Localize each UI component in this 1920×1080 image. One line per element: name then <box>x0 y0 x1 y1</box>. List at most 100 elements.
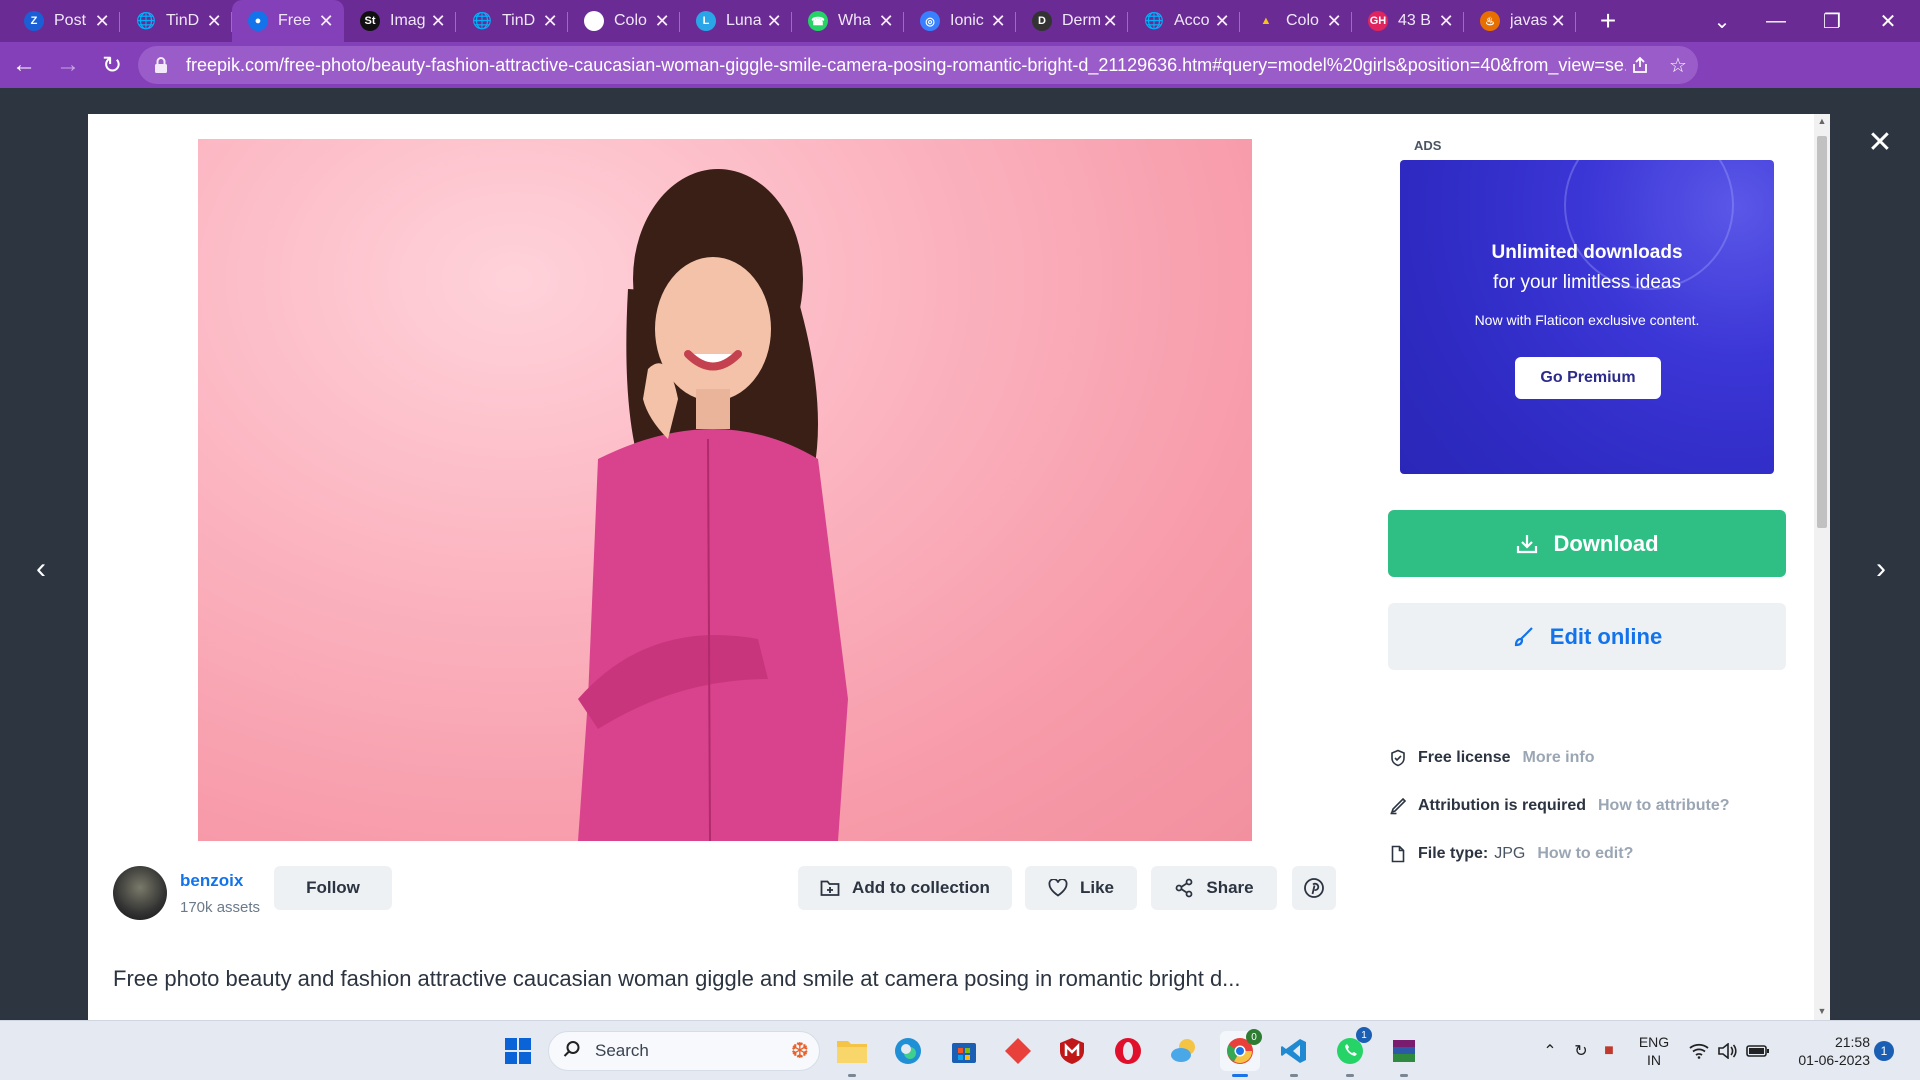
tab-close-icon[interactable]: ✕ <box>94 11 110 32</box>
battery-icon[interactable] <box>1744 1021 1772 1080</box>
browser-tab[interactable]: 🌐 TinD ✕ <box>456 0 568 42</box>
browser-tab[interactable]: ▲ Colo ✕ <box>1240 0 1352 42</box>
maximize-button[interactable]: ❐ <box>1804 0 1860 42</box>
author-avatar[interactable] <box>113 866 167 920</box>
tab-close-icon[interactable]: ✕ <box>878 11 894 32</box>
scroll-thumb[interactable] <box>1817 136 1827 528</box>
browser-tab[interactable]: L Luna ✕ <box>680 0 792 42</box>
tab-title: Post <box>54 12 87 29</box>
heart-icon <box>1048 879 1068 897</box>
ad-subtitle: for your limitless ideas <box>1493 272 1681 293</box>
running-indicator <box>1400 1074 1408 1077</box>
browser-tab[interactable]: Z Post ✕ <box>8 0 120 42</box>
back-button[interactable]: ← <box>4 45 44 85</box>
tab-close-icon[interactable]: ✕ <box>1550 11 1566 32</box>
whatsapp-badge: 1 <box>1356 1027 1372 1043</box>
browser-tab[interactable]: C Colo ✕ <box>568 0 680 42</box>
tab-close-icon[interactable]: ✕ <box>542 11 558 32</box>
show-hidden-icons-chevron-icon[interactable]: ⌃ <box>1538 1021 1562 1080</box>
follow-button[interactable]: Follow <box>274 866 392 910</box>
app-diamond-icon[interactable] <box>998 1031 1038 1071</box>
how-to-attribute-link[interactable]: How to attribute? <box>1598 797 1730 815</box>
search-highlight-coral-icon: ❆ <box>790 1038 809 1063</box>
author-name-link[interactable]: benzoix <box>180 871 243 891</box>
running-indicator <box>848 1074 856 1077</box>
next-image-chevron-icon[interactable]: › <box>1866 552 1896 585</box>
browser-tab[interactable]: GH 43 B ✕ <box>1352 0 1464 42</box>
new-tab-button[interactable]: + <box>1588 0 1628 42</box>
tab-close-icon[interactable]: ✕ <box>990 11 1006 32</box>
chrome-icon[interactable]: 0 <box>1220 1029 1262 1077</box>
pinterest-button[interactable] <box>1292 866 1336 910</box>
share-button[interactable]: Share <box>1151 866 1277 910</box>
whatsapp-icon[interactable]: 1 <box>1330 1027 1372 1077</box>
tab-close-icon[interactable]: ✕ <box>1438 11 1454 32</box>
go-premium-button[interactable]: Go Premium <box>1515 357 1661 399</box>
previous-image-chevron-icon[interactable]: ‹ <box>26 552 56 585</box>
taskbar-search-box[interactable]: Search ❆ <box>548 1031 820 1071</box>
address-bar[interactable]: freepik.com/free-photo/beauty-fashion-at… <box>138 46 1698 84</box>
windows-taskbar: Search ❆ 0 1 ⌃ ↻ ■ ENG IN 21:58 01-06-20… <box>0 1020 1920 1080</box>
free-license-row: Free license More info <box>1388 746 1595 770</box>
tab-title: Imag <box>390 12 426 29</box>
browser-tab[interactable]: St Imag ✕ <box>344 0 456 42</box>
tab-search-chevron-icon[interactable]: ⌄ <box>1694 0 1750 42</box>
scroll-down-arrow-icon[interactable]: ▼ <box>1816 1006 1828 1018</box>
mcafee-icon[interactable] <box>1052 1031 1092 1071</box>
clock[interactable]: 21:58 01-06-2023 <box>1786 1033 1870 1069</box>
modal-scrollbar[interactable]: ▲ ▼ <box>1814 114 1830 1020</box>
file-icon <box>1388 844 1408 864</box>
winrar-icon[interactable] <box>1384 1031 1424 1077</box>
bookmark-star-icon[interactable]: ☆ <box>1658 46 1698 84</box>
file-explorer-icon[interactable] <box>832 1031 872 1077</box>
download-button[interactable]: Download <box>1388 510 1786 577</box>
more-info-link[interactable]: More info <box>1523 749 1595 767</box>
lock-icon[interactable] <box>154 57 168 73</box>
browser-tab[interactable]: D Derm ✕ <box>1016 0 1128 42</box>
tab-close-icon[interactable]: ✕ <box>430 11 446 32</box>
browser-tab[interactable]: ◎ Ionic ✕ <box>904 0 1016 42</box>
how-to-edit-link[interactable]: How to edit? <box>1537 845 1633 863</box>
forward-button[interactable]: → <box>48 45 88 85</box>
volume-icon[interactable] <box>1714 1021 1740 1080</box>
microsoft-store-icon[interactable] <box>944 1031 984 1071</box>
tab-close-icon[interactable]: ✕ <box>766 11 782 32</box>
add-to-collection-button[interactable]: Add to collection <box>798 866 1012 910</box>
tab-close-icon[interactable]: ✕ <box>654 11 670 32</box>
browser-tab[interactable]: ♨ javas ✕ <box>1464 0 1576 42</box>
opera-icon[interactable] <box>1108 1031 1148 1071</box>
vscode-icon[interactable] <box>1274 1031 1314 1077</box>
photo-preview[interactable] <box>198 139 1252 841</box>
edge-browser-icon[interactable] <box>888 1031 928 1071</box>
tab-close-icon[interactable]: ✕ <box>206 11 222 32</box>
minimize-button[interactable]: — <box>1748 0 1804 42</box>
like-button[interactable]: Like <box>1025 866 1137 910</box>
url-text[interactable]: freepik.com/free-photo/beauty-fashion-at… <box>186 55 1626 76</box>
scroll-up-arrow-icon[interactable]: ▲ <box>1816 116 1828 128</box>
modal-close-icon[interactable]: ✕ <box>1864 126 1896 159</box>
ad-banner[interactable]: Unlimited downloads for your limitless i… <box>1400 160 1774 474</box>
sync-icon[interactable]: ↻ <box>1568 1021 1594 1080</box>
browser-tab[interactable]: ☎ Wha ✕ <box>792 0 904 42</box>
cup-favicon-icon: ▲ <box>1260 15 1272 27</box>
browser-tab[interactable]: 🌐 Acco ✕ <box>1128 0 1240 42</box>
tab-close-icon[interactable]: ✕ <box>318 11 334 32</box>
tab-title: Colo <box>1286 12 1319 29</box>
browser-tab[interactable]: 🌐 TinD ✕ <box>120 0 232 42</box>
language-indicator[interactable]: ENG IN <box>1638 1033 1670 1069</box>
browser-tab[interactable]: ● Free ✕ <box>232 0 344 42</box>
tab-close-icon[interactable]: ✕ <box>1326 11 1342 32</box>
notification-badge[interactable]: 1 <box>1874 1041 1894 1061</box>
tab-close-icon[interactable]: ✕ <box>1102 11 1118 32</box>
start-windows-icon[interactable] <box>498 1031 538 1071</box>
wifi-icon[interactable] <box>1686 1021 1712 1080</box>
tray-app-icon[interactable]: ■ <box>1596 1021 1622 1080</box>
tab-close-icon[interactable]: ✕ <box>1214 11 1230 32</box>
globe-favicon-icon: 🌐 <box>136 13 156 30</box>
share-page-icon[interactable] <box>1620 46 1660 84</box>
edit-online-button[interactable]: Edit online <box>1388 603 1786 670</box>
reload-button[interactable]: ↻ <box>92 45 132 85</box>
running-indicator <box>1346 1074 1354 1077</box>
weather-icon[interactable] <box>1164 1031 1204 1071</box>
window-close-button[interactable]: ✕ <box>1860 0 1916 42</box>
